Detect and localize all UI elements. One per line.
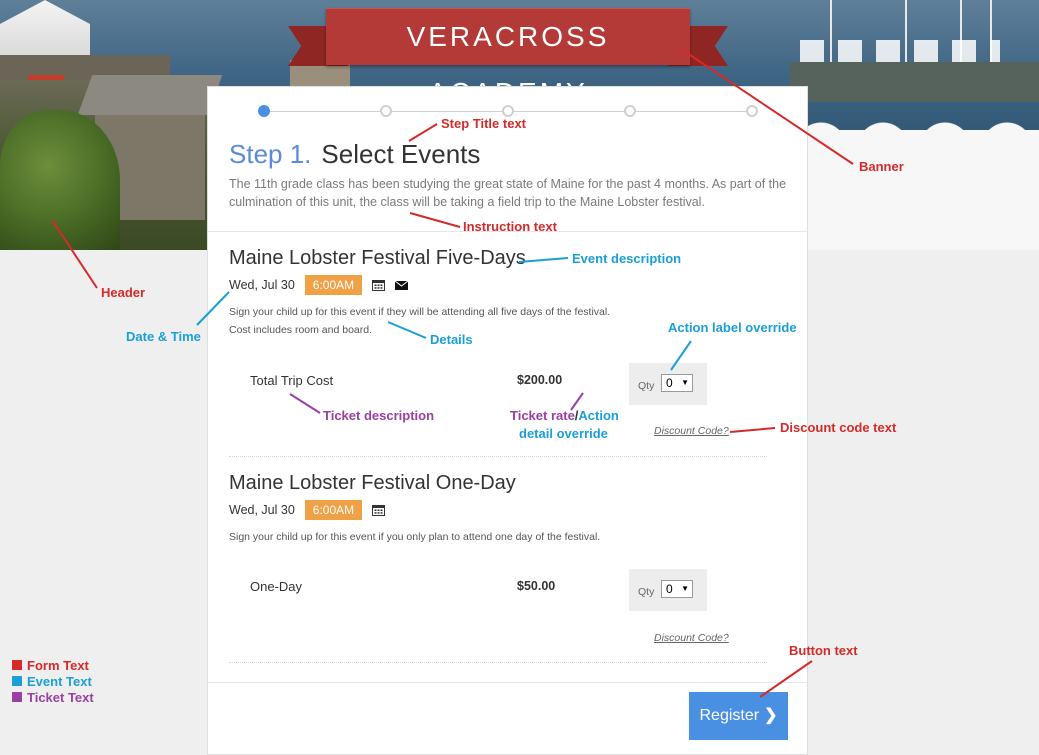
step-dot-4[interactable] bbox=[624, 105, 636, 117]
legend-label: Event Text bbox=[27, 673, 92, 689]
qty-box: Qty 0 bbox=[629, 363, 707, 405]
annotation-ticket-rate: Ticket rate/Action bbox=[510, 408, 619, 423]
event-divider bbox=[229, 456, 767, 457]
calendar-icon[interactable] bbox=[372, 504, 386, 516]
annotation-event-description: Event description bbox=[572, 251, 682, 266]
event-date: Wed, Jul 30 bbox=[229, 278, 295, 292]
annotation-action-label: Action label override bbox=[668, 320, 797, 335]
legend-swatch bbox=[12, 676, 22, 686]
annotation-step-title: Step Title text bbox=[441, 116, 527, 131]
step-title: Step 1. Select Events bbox=[229, 139, 480, 170]
ticket-rate: $50.00 bbox=[517, 579, 556, 593]
event-meta: Wed, Jul 30 6:00AM bbox=[229, 500, 769, 520]
annotation-legend: Form Text Event Text Ticket Text bbox=[12, 657, 94, 705]
legend-swatch bbox=[12, 660, 22, 670]
envelope-icon[interactable] bbox=[395, 279, 409, 291]
step-dot-5[interactable] bbox=[746, 105, 758, 117]
legend-item-event: Event Text bbox=[12, 673, 94, 689]
qty-label: Qty bbox=[638, 586, 655, 598]
annotation-action-part: Action bbox=[578, 408, 619, 423]
qty-label: Qty bbox=[638, 380, 655, 392]
legend-item-form: Form Text bbox=[12, 657, 94, 673]
qty-select[interactable]: 0 bbox=[661, 580, 693, 598]
discount-code-link[interactable]: Discount Code? bbox=[654, 632, 729, 644]
event-date: Wed, Jul 30 bbox=[229, 503, 295, 517]
event-title: Maine Lobster Festival Five-Days bbox=[229, 247, 526, 269]
ticket-row-1: Total Trip Cost $200.00 Qty 0 bbox=[250, 363, 750, 405]
legend-label: Ticket Text bbox=[27, 689, 94, 705]
step-number: Step 1. bbox=[229, 139, 312, 169]
annotation-detail-override: detail override bbox=[519, 426, 608, 441]
event-block-2: Maine Lobster Festival One-Day Wed, Jul … bbox=[229, 472, 769, 546]
event-divider bbox=[229, 662, 767, 663]
discount-code-link[interactable]: Discount Code? bbox=[654, 425, 729, 437]
ticket-description: Total Trip Cost bbox=[250, 373, 334, 388]
instruction-text: The 11th grade class has been studying t… bbox=[229, 177, 787, 209]
event-details-line: Sign your child up for this event if the… bbox=[229, 306, 611, 318]
event-details-line: Sign your child up for this event if you… bbox=[229, 531, 601, 543]
step-title-text: Select Events bbox=[321, 139, 481, 169]
banner: VERACROSS ACADEMY bbox=[288, 8, 728, 108]
dock-right bbox=[790, 62, 1039, 102]
event-title: Maine Lobster Festival One-Day bbox=[229, 472, 516, 494]
event-time-badge: 6:00AM bbox=[304, 275, 363, 295]
annotation-details: Details bbox=[430, 332, 473, 347]
legend-label: Form Text bbox=[27, 657, 89, 673]
qty-box: Qty 0 bbox=[629, 569, 707, 611]
annotation-discount: Discount code text bbox=[780, 420, 897, 435]
step-dot-1[interactable] bbox=[258, 105, 270, 117]
tent-shape bbox=[0, 0, 90, 60]
ticket-rate: $200.00 bbox=[517, 373, 563, 387]
annotation-ticket-rate-part: Ticket rate bbox=[510, 408, 575, 423]
event-meta: Wed, Jul 30 6:00AM bbox=[229, 275, 769, 295]
white-tent bbox=[800, 130, 1039, 250]
legend-swatch bbox=[12, 692, 22, 702]
event-time-badge: 6:00AM bbox=[304, 500, 363, 520]
tree bbox=[0, 110, 120, 250]
event-details: Sign your child up for this event if you… bbox=[229, 528, 659, 546]
annotation-ticket-description: Ticket description bbox=[323, 408, 435, 423]
annotation-button: Button text bbox=[789, 643, 858, 658]
register-button[interactable]: Register ❯ bbox=[689, 692, 788, 740]
ticket-description: One-Day bbox=[250, 579, 303, 594]
qty-select[interactable]: 0 bbox=[661, 374, 693, 392]
calendar-icon[interactable] bbox=[372, 279, 386, 291]
card-footer: Register ❯ bbox=[208, 682, 807, 754]
registration-card: Step 1. Select Events The 11th grade clas… bbox=[207, 86, 808, 755]
annotation-date-time: Date & Time bbox=[126, 329, 201, 344]
banner-title: VERACROSS ACADEMY bbox=[326, 8, 690, 108]
step-dot-2[interactable] bbox=[380, 105, 392, 117]
annotation-instruction: Instruction text bbox=[463, 219, 557, 234]
register-label: Register bbox=[699, 707, 760, 724]
annotation-banner: Banner bbox=[859, 159, 904, 174]
legend-item-ticket: Ticket Text bbox=[12, 689, 94, 705]
chevron-right-icon: ❯ bbox=[764, 707, 778, 724]
annotation-header: Header bbox=[101, 285, 146, 300]
ticket-row-2: One-Day $50.00 Qty 0 bbox=[250, 569, 750, 611]
